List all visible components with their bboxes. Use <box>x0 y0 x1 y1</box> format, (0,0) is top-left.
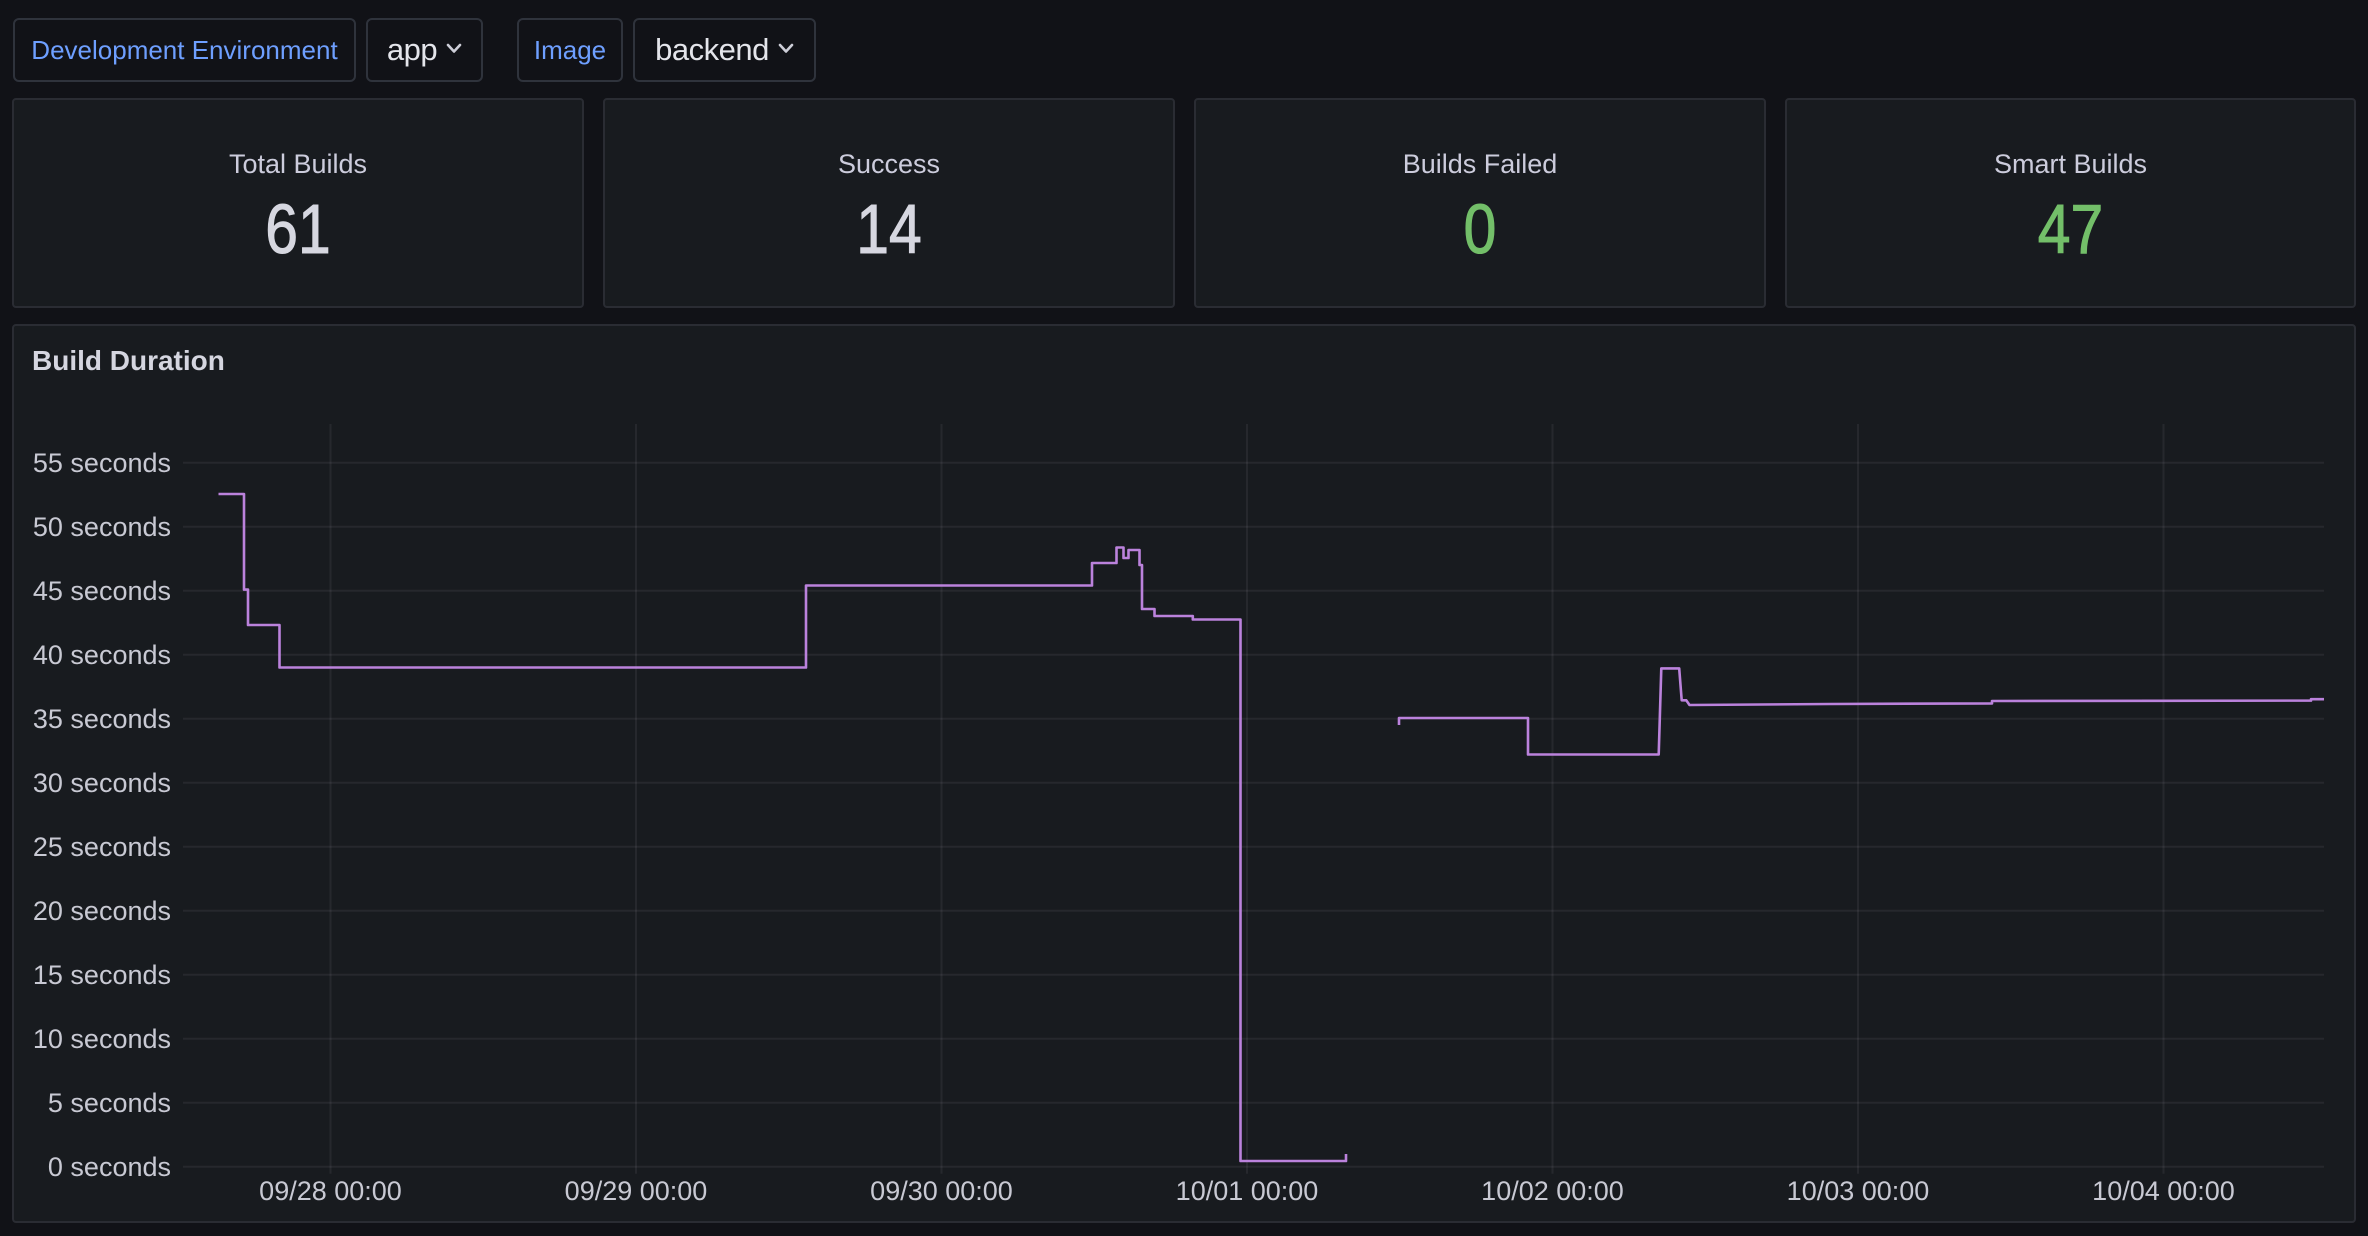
svg-text:35 seconds: 35 seconds <box>33 704 171 734</box>
svg-text:09/28 00:00: 09/28 00:00 <box>259 1176 402 1206</box>
svg-text:10/01 00:00: 10/01 00:00 <box>1176 1176 1319 1206</box>
svg-text:09/29 00:00: 09/29 00:00 <box>565 1176 708 1206</box>
svg-text:10/03 00:00: 10/03 00:00 <box>1787 1176 1930 1206</box>
svg-text:0 seconds: 0 seconds <box>48 1152 171 1182</box>
svg-text:20 seconds: 20 seconds <box>33 896 171 926</box>
svg-text:5 seconds: 5 seconds <box>48 1088 171 1118</box>
svg-text:40 seconds: 40 seconds <box>33 640 171 670</box>
svg-text:10 seconds: 10 seconds <box>33 1024 171 1054</box>
svg-text:50 seconds: 50 seconds <box>33 512 171 542</box>
svg-text:25 seconds: 25 seconds <box>33 832 171 862</box>
svg-text:15 seconds: 15 seconds <box>33 960 171 990</box>
svg-text:10/02 00:00: 10/02 00:00 <box>1481 1176 1624 1206</box>
svg-text:10/04 00:00: 10/04 00:00 <box>2092 1176 2235 1206</box>
svg-text:09/30 00:00: 09/30 00:00 <box>870 1176 1013 1206</box>
svg-text:45 seconds: 45 seconds <box>33 576 171 606</box>
svg-text:30 seconds: 30 seconds <box>33 768 171 798</box>
svg-text:Build Duration: Build Duration <box>32 345 225 376</box>
svg-text:55 seconds: 55 seconds <box>33 448 171 478</box>
